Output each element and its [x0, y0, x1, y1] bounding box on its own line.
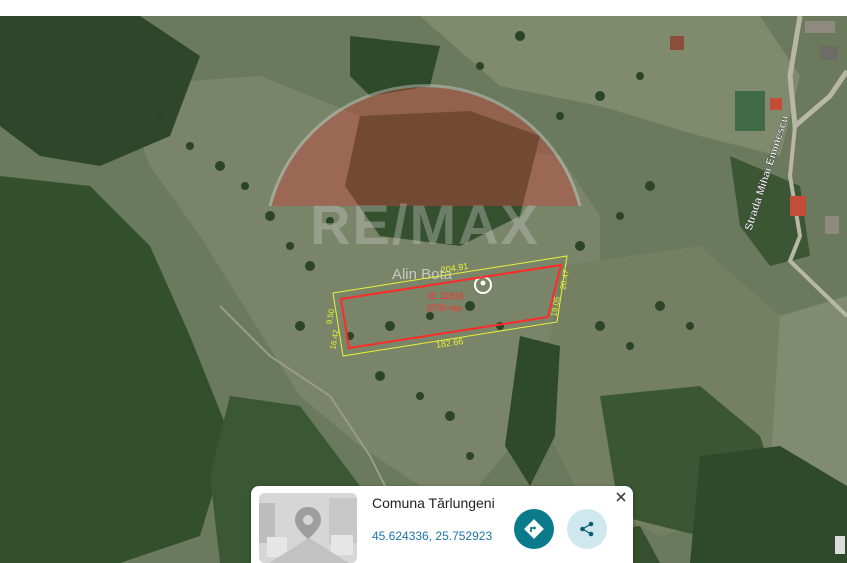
parcel-lot-label: IE 11816 [428, 291, 463, 301]
close-button[interactable] [612, 488, 630, 506]
watermark-text: RE/MAX [310, 193, 540, 256]
share-icon [580, 521, 594, 537]
map-canvas: RE/MAX Alin Bota 204.91 182.66 9.50 16.4… [0, 16, 847, 563]
top-strip [0, 0, 847, 16]
place-thumbnail[interactable] [259, 493, 357, 563]
place-card[interactable]: Comuna Tărlungeni 45.624336, 25.752923 [251, 486, 633, 563]
parcel-area-label: 3700 mp [426, 303, 461, 313]
place-title: Comuna Tărlungeni [372, 495, 495, 511]
satellite-map[interactable]: RE/MAX Alin Bota 204.91 182.66 9.50 16.4… [0, 16, 847, 563]
directions-button[interactable] [514, 509, 554, 549]
close-icon [616, 492, 626, 502]
house-roof [670, 36, 684, 50]
place-coordinates[interactable]: 45.624336, 25.752923 [372, 529, 492, 543]
directions-icon [524, 519, 544, 539]
share-button[interactable] [567, 509, 607, 549]
